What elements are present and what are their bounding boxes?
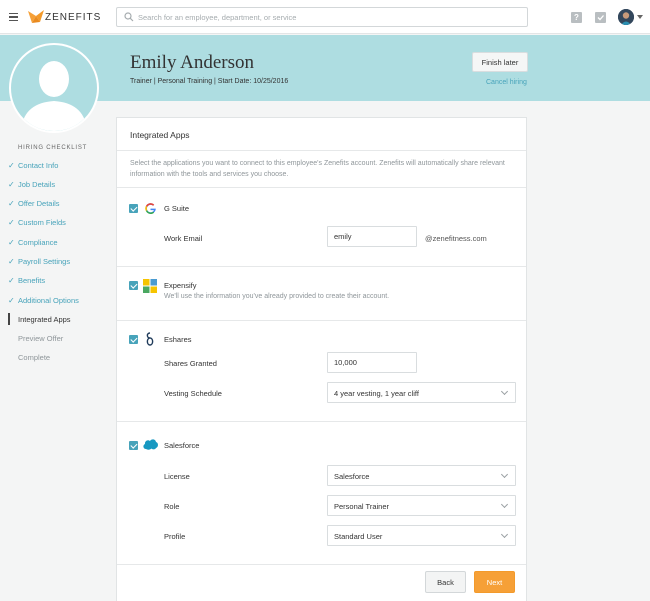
chevron-down-icon [500, 470, 509, 479]
checklist-item-label: Contact Info [18, 161, 59, 170]
checkmark-icon: ✓ [8, 238, 15, 247]
gsuite-name: G Suite [164, 204, 190, 213]
divider [117, 320, 526, 321]
finish-later-button[interactable]: Finish later [472, 52, 528, 72]
expensify-name: Expensify [164, 281, 197, 290]
gsuite-checkbox[interactable] [129, 204, 138, 213]
checkmark-icon: ✓ [8, 257, 15, 266]
eshares-name: Eshares [164, 335, 192, 344]
divider [117, 150, 526, 151]
checklist-item-label: Benefits [18, 276, 46, 285]
employee-name: Emily Anderson [130, 52, 255, 73]
card-title: Integrated Apps [130, 130, 190, 140]
profile-label: Profile [164, 532, 186, 541]
eshares-logo-icon [146, 332, 154, 346]
divider [117, 187, 526, 188]
chevron-down-icon [500, 387, 509, 396]
person-silhouette-icon [21, 61, 87, 131]
divider [117, 266, 526, 267]
next-button[interactable]: Next [474, 571, 515, 593]
checklist-title: HIRING CHECKLIST [18, 145, 88, 151]
role-value: Personal Trainer [334, 502, 390, 511]
vesting-schedule-select[interactable]: 4 year vesting, 1 year cliff [327, 382, 516, 403]
shares-granted-input[interactable] [327, 352, 417, 373]
menu-icon[interactable] [9, 13, 18, 21]
help-icon[interactable]: ? [571, 12, 582, 23]
license-value: Salesforce [334, 472, 370, 481]
checkmark-icon: ✓ [8, 180, 15, 189]
checkmark-icon: ✓ [8, 296, 15, 305]
integrated-apps-card: Integrated Apps Select the applications … [116, 117, 527, 601]
search-bar[interactable] [116, 7, 528, 27]
chevron-down-icon[interactable] [637, 15, 643, 19]
work-email-input[interactable] [327, 226, 417, 247]
email-domain-suffix: @zenefitness.com [425, 234, 487, 243]
shares-granted-label: Shares Granted [164, 359, 217, 368]
eshares-checkbox[interactable] [129, 335, 138, 344]
google-logo-icon [145, 203, 156, 215]
chevron-down-icon [500, 530, 509, 539]
checkmark-icon: ✓ [8, 199, 15, 208]
role-label: Role [164, 502, 180, 511]
checklist-item-label: Job Details [18, 180, 56, 189]
salesforce-checkbox[interactable] [129, 441, 138, 450]
checkmark-icon: ✓ [8, 161, 15, 170]
salesforce-logo-icon [143, 439, 158, 450]
search-input[interactable] [138, 8, 518, 26]
top-nav-bar: ZENEFITS ? [0, 0, 650, 34]
checklist-item-label: Custom Fields [18, 218, 66, 227]
role-select[interactable]: Personal Trainer [327, 495, 516, 516]
profile-select[interactable]: Standard User [327, 525, 516, 546]
license-select[interactable]: Salesforce [327, 465, 516, 486]
salesforce-name: Salesforce [164, 441, 200, 450]
cancel-hiring-link[interactable]: Cancel hiring [486, 79, 527, 86]
card-description: Select the applications you want to conn… [130, 160, 505, 178]
employee-subtitle: Trainer | Personal Training | Start Date… [130, 78, 289, 85]
vesting-schedule-label: Vesting Schedule [164, 389, 222, 398]
profile-photo [9, 43, 99, 133]
expensify-checkbox[interactable] [129, 281, 138, 290]
brand-name[interactable]: ZENEFITS [45, 12, 101, 23]
avatar[interactable] [618, 9, 634, 25]
checkmark-icon: ✓ [8, 218, 15, 227]
chevron-down-icon [500, 500, 509, 509]
zenefits-logo-icon[interactable] [28, 10, 44, 24]
checklist-item-label: Offer Details [18, 199, 60, 208]
checklist-item-label: Preview Offer [18, 334, 64, 343]
active-indicator [8, 313, 10, 325]
checklist-item-label: Payroll Settings [18, 257, 71, 266]
expensify-logo-icon [143, 279, 157, 293]
back-button[interactable]: Back [425, 571, 466, 593]
profile-value: Standard User [334, 532, 383, 541]
checklist-item-label: Compliance [18, 238, 58, 247]
tasks-icon[interactable] [595, 12, 606, 23]
checklist-item-label: Complete [18, 353, 51, 362]
work-email-label: Work Email [164, 234, 203, 243]
checklist-item-label: Additional Options [18, 296, 79, 305]
search-icon [124, 12, 134, 22]
checkmark-icon: ✓ [8, 276, 15, 285]
divider [117, 421, 526, 422]
checklist-item-label: Integrated Apps [18, 315, 71, 324]
expensify-helper-text: We'll use the information you've already… [164, 293, 390, 300]
license-label: License [164, 472, 190, 481]
vesting-schedule-value: 4 year vesting, 1 year cliff [334, 389, 419, 398]
divider [117, 564, 526, 565]
